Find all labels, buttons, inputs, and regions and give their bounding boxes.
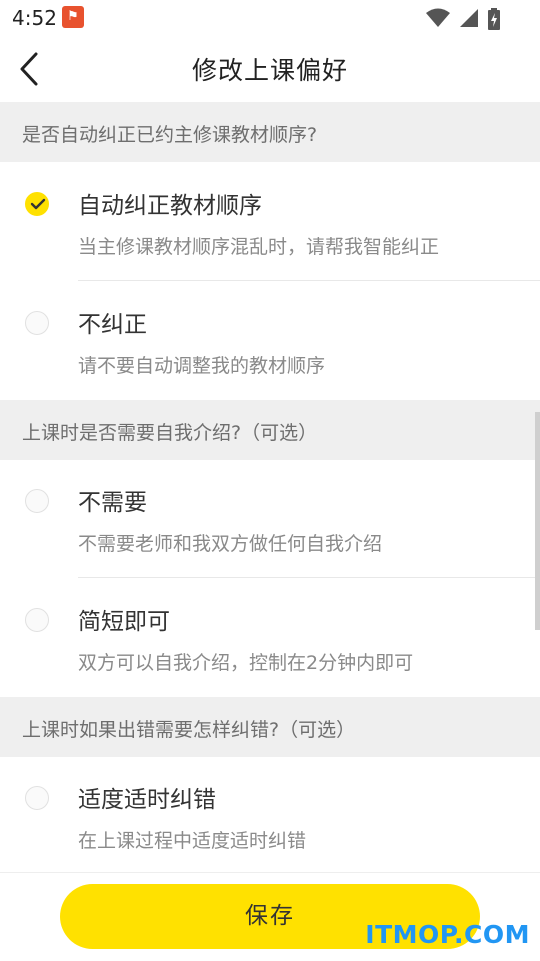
option-description: 当主修课教材顺序混乱时，请帮我智能纠正 [78,236,440,258]
section-heading-text: 上课时如果出错需要怎样纠错?（可选） [22,719,356,741]
section-heading-error-correction: 上课时如果出错需要怎样纠错?（可选） [0,697,540,757]
option-description: 不需要老师和我双方做任何自我介绍 [78,533,383,555]
top-app-bar: 修改上课偏好 [0,36,540,103]
section-heading-text: 上课时是否需要自我介绍?（可选） [22,422,318,444]
option-description: 请不要自动调整我的教材顺序 [78,355,326,377]
app-notification-icon: ⚑ [62,6,84,28]
battery-icon [488,8,500,30]
option-no-correction[interactable]: 不纠正 请不要自动调整我的教材顺序 [0,281,540,400]
cell-signal-icon [459,9,478,27]
status-time: 4:52 [12,6,57,30]
section-heading-text: 是否自动纠正已约主修课教材顺序? [22,124,318,146]
option-label: 适度适时纠错 [78,787,216,813]
option-moderate-correction[interactable]: 适度适时纠错 在上课过程中适度适时纠错 [0,756,540,875]
section-heading-textbook-order: 是否自动纠正已约主修课教材顺序? [0,102,540,162]
scrollbar[interactable] [535,412,540,630]
checkmark-icon [30,198,46,210]
option-description: 在上课过程中适度适时纠错 [78,830,307,852]
page-title: 修改上课偏好 [191,56,348,85]
wifi-icon [425,8,450,27]
system-icons [422,8,500,30]
option-auto-correct-order[interactable]: 自动纠正教材顺序 当主修课教材顺序混乱时，请帮我智能纠正 [0,162,540,281]
radio-unchecked-icon[interactable] [25,489,49,513]
watermark-text: ITMOP.COM [365,920,530,949]
option-brief-intro[interactable]: 简短即可 双方可以自我介绍，控制在2分钟内即可 [0,578,540,697]
option-label: 不需要 [78,490,147,516]
option-description: 双方可以自我介绍，控制在2分钟内即可 [78,652,414,674]
option-no-intro[interactable]: 不需要 不需要老师和我双方做任何自我介绍 [0,459,540,578]
status-bar: 4:52 ⚑ [0,0,540,36]
radio-checked-icon[interactable] [25,192,49,216]
radio-unchecked-icon[interactable] [25,786,49,810]
radio-unchecked-icon[interactable] [25,311,49,335]
section-heading-self-intro: 上课时是否需要自我介绍?（可选） [0,400,540,460]
option-label: 简短即可 [78,609,170,635]
radio-unchecked-icon[interactable] [25,608,49,632]
option-label: 自动纠正教材顺序 [78,193,262,219]
option-label: 不纠正 [78,312,147,338]
